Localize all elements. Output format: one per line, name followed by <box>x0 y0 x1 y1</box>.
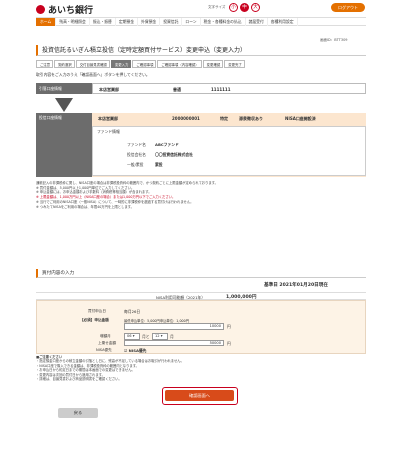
bonus-month-label: 増額月 <box>100 334 111 338</box>
bank-logo[interactable]: あいち銀行 <box>36 3 93 16</box>
amount-label: 【必須】申込金額 <box>80 318 109 322</box>
fund-category-label: 一般/累投 <box>127 162 144 167</box>
fund-company-label: 投信会社名 <box>127 152 146 157</box>
custody-kind: 特定 <box>220 116 228 121</box>
fund-category: 累投 <box>155 162 163 167</box>
source-type: 普通 <box>173 87 181 92</box>
chevron-down-icon: ▾ <box>160 334 163 338</box>
source-account-label: 引落口座情報 <box>36 83 92 94</box>
bonus-month2-select[interactable]: 12 ▾ <box>152 333 168 340</box>
fund-company: 〇〇投資信託株式会社 <box>155 152 193 157</box>
bank-name: あいち銀行 <box>48 6 94 16</box>
page-title: 投資信託るいぎん積立投信（定時定額買付サービス）変更申込（変更入力） <box>36 45 366 56</box>
source-account-row: 本店営業部 普通 1111111 <box>92 83 366 94</box>
input-section-title: 買付内容の入力 <box>36 269 366 278</box>
source-branch: 本店営業部 <box>99 87 119 92</box>
nisa-priority-value: NISA優先 <box>128 347 147 353</box>
back-button[interactable]: 戻る <box>58 408 98 418</box>
font-size-medium-button[interactable]: 中 <box>240 3 249 12</box>
fund-name-label: ファンド名 <box>127 142 146 147</box>
nisa-priority-checkbox[interactable]: ☑ NISA優先 <box>124 348 146 354</box>
amount-unit: 円 <box>227 324 231 329</box>
note-item: ※ つみたてNISAをご利用の場合は、年間40万円を上限とします。 <box>36 204 134 209</box>
nisa-limit-label: NISA利用可能額（2021年） <box>156 294 206 300</box>
nav-item-home[interactable]: ホーム <box>36 18 57 26</box>
nav-item-investment-trust[interactable]: 投資信託 <box>160 18 183 26</box>
nav-item-foreign-deposit[interactable]: 外貨預金 <box>138 18 161 26</box>
custody-tax: 源泉徴収あり <box>239 116 263 121</box>
chevron-down-icon: ▾ <box>132 334 135 338</box>
nav-item-transfer[interactable]: 振込・振替 <box>90 18 116 26</box>
fund-name: ABCファンド <box>155 142 179 147</box>
nisa-limit-value: 1,000,000円 <box>226 295 257 300</box>
step-prospectus: 交付目論見書確認 <box>75 60 110 68</box>
step-input: 変更入力 <box>110 60 132 68</box>
bonus-month1-select[interactable]: 06 ▾ <box>124 333 140 340</box>
logout-button[interactable]: ログアウト <box>331 3 365 12</box>
limit-unit: 円 <box>227 341 231 346</box>
custody-number: 2000000001 <box>172 116 200 121</box>
caution-block: ■ご注意ください ・指定預金口座からの積立金額の引落とし日に、残高が不足している… <box>36 355 366 381</box>
checkbox-checked-icon: ☑ <box>124 347 128 353</box>
nav-item-loan[interactable]: ローン <box>182 18 201 26</box>
step-contract-select: 契約選択 <box>54 60 75 68</box>
nav-item-settings[interactable]: 各種利用設定 <box>268 18 298 26</box>
fund-info-box: ファンド情報 ファンド名 ABCファンド 投信会社名 〇〇投資信託株式会社 一般… <box>92 126 366 176</box>
notes-block: 通帳記入の非課税枠に関し、NISA口座の場合は非課税投資枠の範囲内で、かつ契約ご… <box>36 181 366 209</box>
arrow-down-icon <box>55 98 73 112</box>
bonus-month1-value: 06 <box>127 334 132 338</box>
custody-account-label: 投信口座情報 <box>36 113 92 177</box>
buy-day-label: 買付申込日 <box>88 309 106 313</box>
confirm-button[interactable]: 確認画面へ <box>165 390 234 401</box>
nav-item-tax-payment[interactable]: 税金・各種料金の払込 <box>201 18 246 26</box>
screen-id: 画面ID：BTT309 <box>320 38 348 42</box>
bonus-month2-value: 12 <box>155 334 160 338</box>
fund-section-label: ファンド情報 <box>97 129 120 134</box>
global-nav: ホーム 残高・明細照会 振込・振替 定期預金 外貨預金 投資信託 ローン 税金・… <box>36 17 366 26</box>
font-size-label: 文字サイズ <box>208 5 226 9</box>
buy-day-value: 毎月26日 <box>124 309 141 314</box>
amount-input[interactable]: 10000 <box>124 323 224 330</box>
step-confirm-items: ご確認事項 <box>132 60 157 68</box>
nav-item-balance[interactable]: 残高・明細照会 <box>56 18 90 26</box>
base-date: 基準日 2021年01月20日現在 <box>264 283 328 288</box>
step-caution: ご注意 <box>36 60 54 68</box>
nav-item-time-deposit[interactable]: 定期預金 <box>116 18 139 26</box>
nav-item-notification[interactable]: 諸届受付 <box>246 18 268 26</box>
bank-logo-icon <box>36 5 45 14</box>
nisa-limit-row: NISA利用可能額（2021年） 1,000,000円 <box>36 292 366 300</box>
custody-account-row: 本店営業部 2000000001 特定 源泉徴収あり NISA口座開設済 <box>92 114 366 124</box>
step-complete: 変更完了 <box>224 60 245 68</box>
limit-label: 上乗せ金額 <box>98 341 116 345</box>
custody-nisa: NISA口座開設済 <box>285 116 316 121</box>
instruction-text: 取引内容をご入力のうえ「確認画面へ」ボタンを押してください。 <box>36 72 150 77</box>
custody-branch: 本店営業部 <box>98 116 118 121</box>
header: あいち銀行 文字サイズ 小 中 大 ログアウト <box>0 0 400 17</box>
limit-input[interactable]: 50000 <box>124 340 224 346</box>
source-number: 1111111 <box>211 87 231 92</box>
step-indicator: ご注意 契約選択 交付目論見書確認 変更入力 ご確認事項 ご確認事項（内容確認）… <box>36 60 246 68</box>
font-size-large-button[interactable]: 大 <box>251 3 260 12</box>
step-confirm-items-detail: ご確認事項（内容確認） <box>157 60 202 68</box>
font-size-small-button[interactable]: 小 <box>229 3 238 12</box>
nisa-priority-label: NISA優先 <box>96 348 112 352</box>
caution-item: ・詳細は、目論見書および商品説明書をご確認ください。 <box>36 377 122 382</box>
confirm-button-highlight: 確認画面へ <box>162 387 238 405</box>
step-confirm: 変更確認 <box>202 60 224 68</box>
